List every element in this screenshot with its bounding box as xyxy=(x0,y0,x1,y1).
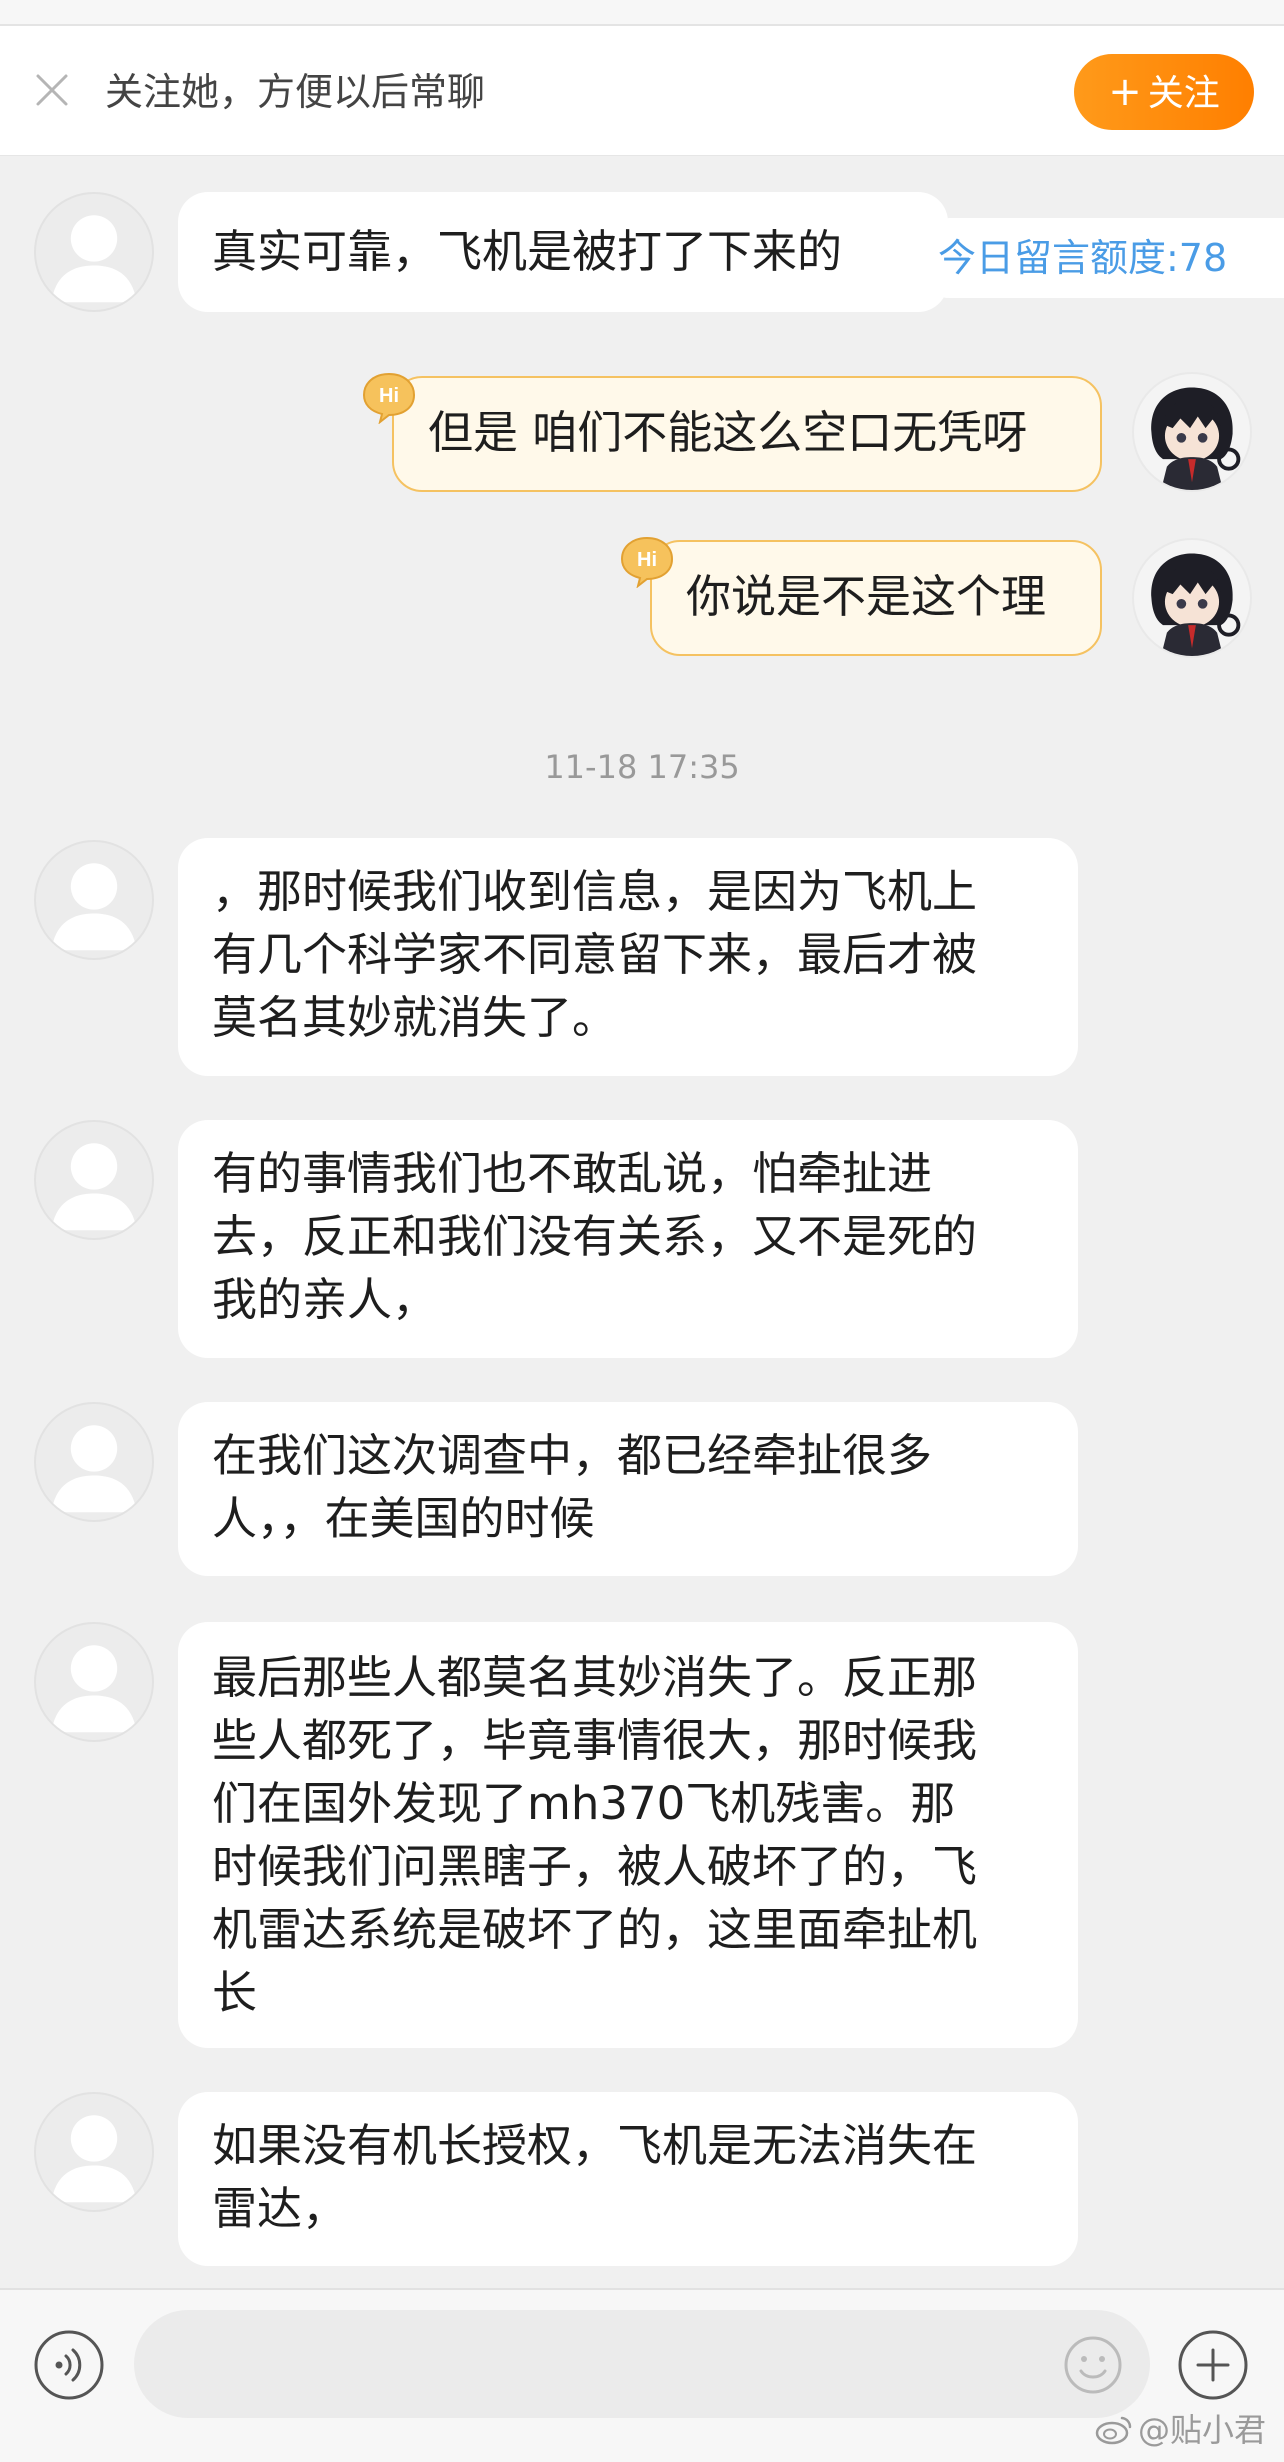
my-avatar[interactable] xyxy=(1132,538,1252,658)
sender-avatar[interactable] xyxy=(34,840,154,960)
hi-badge-text: Hi xyxy=(379,385,399,407)
message-bubble: 在我们这次调查中，都已经牵扯很多 人，，在美国的时候 xyxy=(178,1402,1078,1576)
sender-avatar[interactable] xyxy=(34,1402,154,1522)
hi-badge-icon: Hi xyxy=(360,370,418,425)
watermark-text: @贴小君 xyxy=(1138,2411,1267,2449)
quota-label[interactable]: 今日留言额度:78 xyxy=(910,218,1284,298)
hi-badge-text: Hi xyxy=(637,549,657,571)
message-bubble: 有的事情我们也不敢乱说，怕牵扯进 去，反正和我们没有关系，又不是死的 我的亲人， xyxy=(178,1120,1078,1358)
plus-icon: + xyxy=(1108,69,1142,115)
my-avatar[interactable] xyxy=(1132,372,1252,492)
input-bar xyxy=(0,2288,1284,2462)
timestamp: 11-18 17:35 xyxy=(544,748,740,786)
message-bubble: ，那时候我们收到信息，是因为飞机上 有几个科学家不同意留下来，最后才被 莫名其妙… xyxy=(178,838,1078,1076)
my-message-bubble: 你说是不是这个理 xyxy=(650,540,1102,656)
message-input[interactable] xyxy=(134,2310,1150,2418)
follow-bar: 关注她，方便以后常聊 + 关注 xyxy=(0,26,1284,156)
top-strip xyxy=(0,0,1284,26)
watermark: @贴小君 xyxy=(1094,2408,1266,2452)
message-bubble: 最后那些人都莫名其妙消失了。反正那 些人都死了，毕竟事情很大，那时候我 们在国外… xyxy=(178,1622,1078,2048)
sender-avatar[interactable] xyxy=(34,1622,154,1742)
message-bubble: 真实可靠，飞机是被打了下来的 xyxy=(178,192,948,312)
plus-icon[interactable] xyxy=(1176,2328,1250,2402)
follow-hint: 关注她，方便以后常聊 xyxy=(105,70,486,114)
close-icon[interactable] xyxy=(30,68,74,112)
follow-button-label: 关注 xyxy=(1147,73,1220,114)
sender-avatar[interactable] xyxy=(34,192,154,312)
my-message-bubble: 但是 咱们不能这么空口无凭呀 xyxy=(392,376,1102,492)
sender-avatar[interactable] xyxy=(34,2092,154,2212)
voice-icon[interactable] xyxy=(32,2328,106,2402)
sender-avatar[interactable] xyxy=(34,1120,154,1240)
follow-button[interactable]: + 关注 xyxy=(1074,54,1254,130)
emoji-icon[interactable] xyxy=(1062,2334,1124,2396)
message-bubble: 如果没有机长授权，飞机是无法消失在 雷达， xyxy=(178,2092,1078,2266)
hi-badge-icon: Hi xyxy=(618,534,676,589)
weibo-logo-icon xyxy=(1094,2412,1134,2445)
